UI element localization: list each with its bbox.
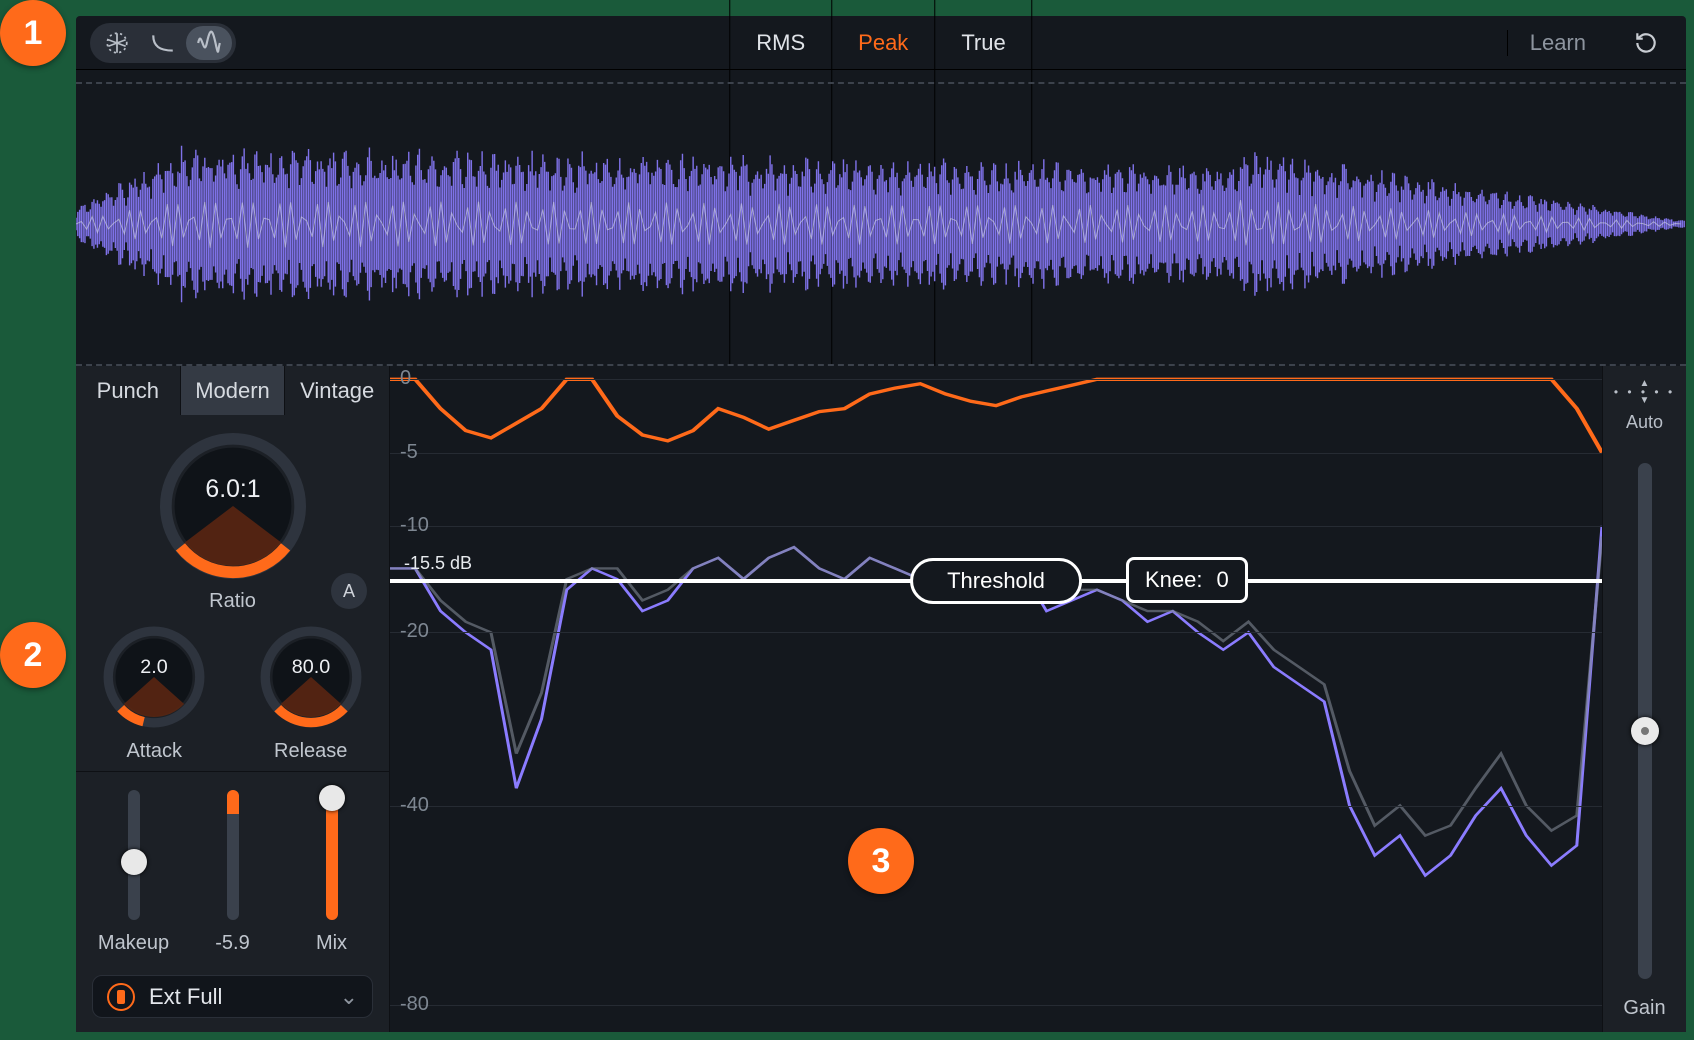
threshold-slider[interactable]: -5.9 xyxy=(193,790,273,955)
release-knob[interactable]: 80.0 Release xyxy=(259,625,363,763)
compressor-mode-tabs: Punch Modern Vintage xyxy=(76,366,389,415)
gain-label: Gain xyxy=(1623,997,1665,1020)
controls-sidebar: Punch Modern Vintage 6.0:1 Ratio A xyxy=(76,366,390,1032)
waveform-icon[interactable] xyxy=(186,26,232,60)
annotation-badge-1: 1 xyxy=(0,0,66,66)
db-tick-label: -10 xyxy=(400,514,429,537)
learn-button[interactable]: Learn xyxy=(1507,30,1608,56)
knob-section: 6.0:1 Ratio A 2.0 Attack xyxy=(76,415,389,771)
gain-curve-icon[interactable] xyxy=(140,26,186,60)
top-toolbar: RMS Peak True Learn xyxy=(76,16,1686,70)
level-history-graph[interactable]: -15.5 dB Threshold Knee: 0 0 -5 -10 -20 -40 -… xyxy=(390,366,1602,1032)
knee-value: 0 xyxy=(1217,567,1229,593)
makeup-label: Makeup xyxy=(94,932,174,955)
mix-label: Mix xyxy=(292,932,372,955)
mode-tab-punch[interactable]: Punch xyxy=(76,366,181,415)
gridline xyxy=(390,453,1602,454)
gridline xyxy=(390,632,1602,633)
db-tick-label: -80 xyxy=(400,993,429,1016)
chevron-down-icon: ⌄ xyxy=(340,984,358,1010)
auto-gain-label: Auto xyxy=(1614,412,1675,433)
waveform-display xyxy=(76,82,1686,366)
display-mode-toggle xyxy=(90,23,236,63)
annotation-badge-3: 3 xyxy=(848,828,914,894)
gridline xyxy=(390,806,1602,807)
attack-value: 2.0 xyxy=(141,656,168,678)
threshold-slider-value: -5.9 xyxy=(193,932,273,955)
ratio-value: 6.0:1 xyxy=(205,476,260,503)
sidechain-dropdown[interactable]: Ext Full ⌄ xyxy=(92,975,373,1018)
gridline xyxy=(390,526,1602,527)
auto-release-toggle[interactable]: A xyxy=(331,573,367,609)
detection-curve-icon[interactable] xyxy=(94,26,140,60)
release-value: 80.0 xyxy=(292,656,330,678)
mix-slider[interactable]: Mix xyxy=(292,790,372,955)
output-gain-panel: ▲ • • • • • ▼ Auto Gain xyxy=(1602,366,1686,1032)
attack-label: Attack xyxy=(102,740,206,763)
ratio-knob[interactable]: 6.0:1 Ratio xyxy=(159,433,307,613)
knee-input[interactable]: Knee: 0 xyxy=(1126,557,1248,603)
auto-gain-button[interactable]: ▲ • • • • • ▼ Auto xyxy=(1614,378,1675,433)
series-gain_reduction xyxy=(390,379,1602,452)
mode-tab-vintage[interactable]: Vintage xyxy=(285,366,389,415)
lower-panel: Punch Modern Vintage 6.0:1 Ratio A xyxy=(76,366,1686,1032)
db-tick-label: -40 xyxy=(400,794,429,817)
threshold-pill[interactable]: Threshold xyxy=(910,558,1082,604)
mode-tab-modern[interactable]: Modern xyxy=(181,366,286,415)
db-tick-label: -5 xyxy=(400,441,418,464)
db-tick-label: -20 xyxy=(400,620,429,643)
makeup-slider[interactable]: Makeup xyxy=(94,790,174,955)
threshold-handle[interactable]: -15.5 dB Threshold Knee: 0 xyxy=(390,579,1602,583)
annotation-badge-2: 2 xyxy=(0,622,66,688)
reset-icon[interactable] xyxy=(1626,23,1666,63)
sliders-section: Makeup -5.9 Mix xyxy=(76,771,389,961)
gain-slider[interactable] xyxy=(1638,463,1652,979)
sidechain-label: Ext Full xyxy=(149,984,222,1010)
ratio-label: Ratio xyxy=(159,590,307,613)
gridline xyxy=(390,1005,1602,1006)
attack-knob[interactable]: 2.0 Attack xyxy=(102,625,206,763)
db-tick-label: 0 xyxy=(400,367,411,390)
gridline xyxy=(390,379,1602,380)
release-label: Release xyxy=(259,740,363,763)
sidechain-active-icon xyxy=(107,983,135,1011)
threshold-readout: -15.5 dB xyxy=(404,553,472,574)
knee-label: Knee: xyxy=(1145,567,1203,593)
